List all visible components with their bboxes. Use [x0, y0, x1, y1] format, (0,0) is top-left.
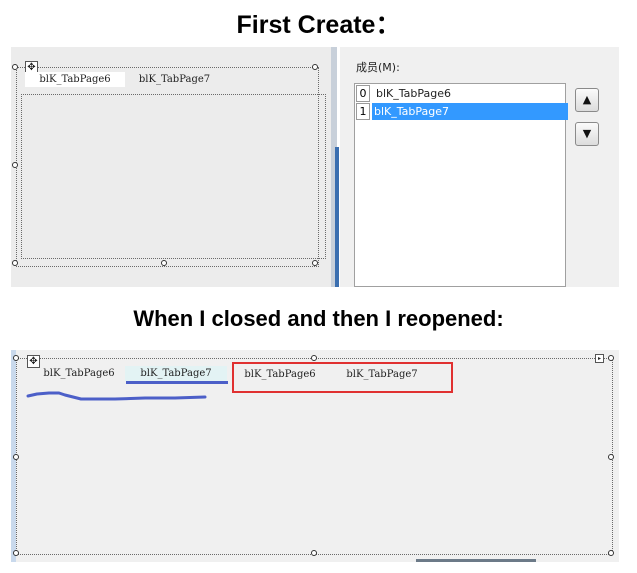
duplicate-tab-blk-tabpage6[interactable]: blK_TabPage6 — [240, 367, 320, 382]
member-index: 0 — [356, 85, 370, 102]
resize-handle-top-right[interactable] — [608, 355, 614, 361]
designer-surface[interactable]: ✥ blK_TabPage6 blK_TabPage7 — [11, 47, 331, 287]
active-tab-underline — [126, 381, 228, 384]
resize-handle-middle-left[interactable] — [13, 454, 19, 460]
heading-first-create: First Create： — [236, 11, 401, 39]
resize-handle-bottom-center[interactable] — [311, 550, 317, 556]
move-up-button[interactable]: ▲ — [575, 88, 599, 112]
scrollbar-thumb[interactable] — [335, 147, 339, 287]
tab-blk-tabpage6[interactable]: blK_TabPage6 — [29, 366, 129, 381]
hand-drawn-underline — [26, 391, 207, 401]
resize-handle-bottom-right[interactable] — [608, 550, 614, 556]
members-list[interactable]: 0 blK_TabPage6 1 blK_TabPage7 — [354, 83, 568, 287]
tab-blk-tabpage7-active[interactable]: blK_TabPage7 — [125, 366, 227, 381]
arrow-down-icon: ▼ — [582, 127, 592, 140]
resize-handle-top-right[interactable] — [312, 64, 318, 70]
resize-handle-middle-left[interactable] — [12, 162, 18, 168]
resize-handle-bottom-left[interactable] — [12, 260, 18, 266]
resize-handle-bottom-right[interactable] — [312, 260, 318, 266]
first-create-screenshot: ✥ blK_TabPage6 blK_TabPage7 成员(M): 0 blK… — [11, 47, 619, 287]
member-row[interactable]: 0 blK_TabPage6 — [356, 85, 564, 102]
resize-handle-bottom-center[interactable] — [161, 260, 167, 266]
tab-blk-tabpage7[interactable]: blK_TabPage7 — [127, 72, 222, 87]
members-label: 成员(M): — [356, 61, 400, 74]
member-index: 1 — [356, 103, 370, 120]
reopened-screenshot: ✥ ▸ blK_TabPage6 blK_TabPage7 blK_TabPag… — [11, 350, 619, 562]
smart-tag-arrow-icon[interactable]: ▸ — [595, 354, 604, 363]
duplicate-tab-blk-tabpage7[interactable]: blK_TabPage7 — [342, 367, 422, 382]
tab-content-area — [21, 94, 326, 259]
resize-handle-middle-right[interactable] — [608, 454, 614, 460]
resize-handle-bottom-left[interactable] — [13, 550, 19, 556]
member-row-selected[interactable]: 1 blK_TabPage7 — [356, 103, 568, 120]
collection-editor-panel: 成员(M): 0 blK_TabPage6 1 blK_TabPage7 ▲ ▼ — [340, 47, 619, 287]
resize-handle-top-center[interactable] — [311, 355, 317, 361]
heading-reopened: When I closed and then I reopened: — [133, 306, 504, 331]
move-down-button[interactable]: ▼ — [575, 122, 599, 146]
resize-handle-top-left[interactable] — [13, 355, 19, 361]
tab-blk-tabpage6[interactable]: blK_TabPage6 — [25, 72, 125, 87]
resize-handle-top-left[interactable] — [12, 64, 18, 70]
horizontal-scrollbar-thumb[interactable] — [416, 559, 536, 562]
member-label: blK_TabPage6 — [376, 87, 452, 100]
member-label: blK_TabPage7 — [372, 103, 568, 120]
arrow-up-icon: ▲ — [582, 93, 592, 106]
